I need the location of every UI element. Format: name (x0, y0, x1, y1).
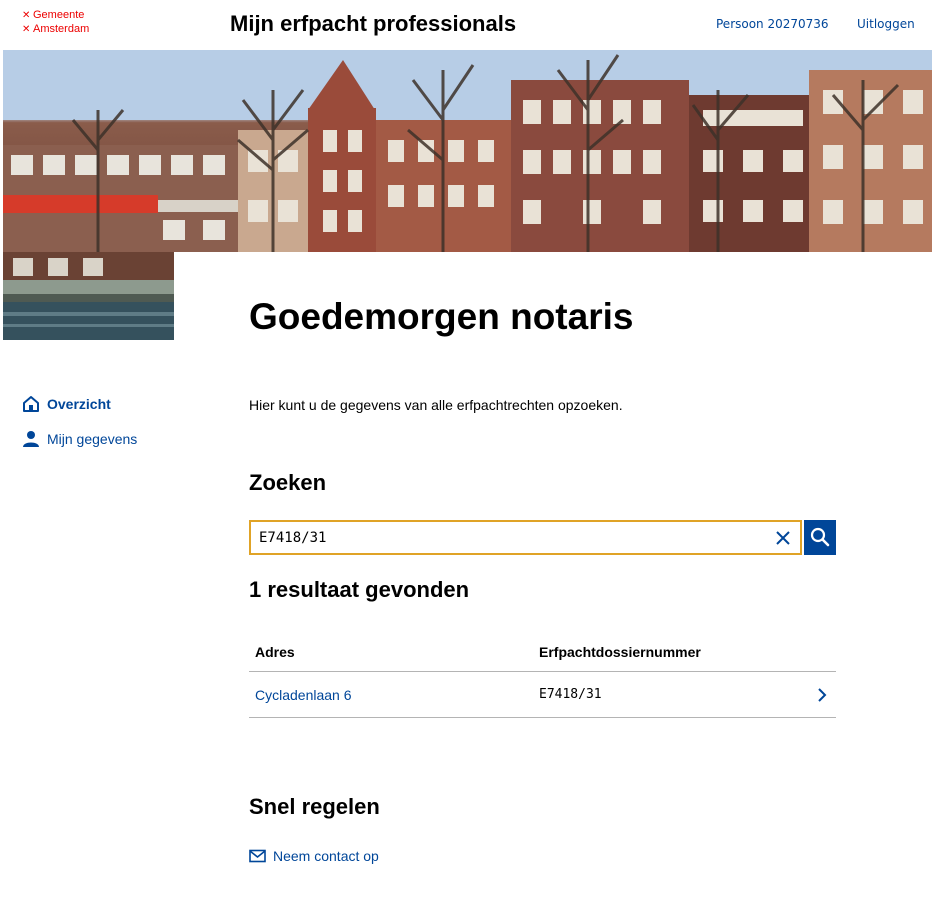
hero-image (3, 50, 932, 252)
results-heading: 1 resultaat gevonden (249, 577, 470, 602)
hero-waterfront (3, 252, 174, 340)
intro-text: Hier kunt u de gegevens van alle erfpach… (249, 397, 623, 413)
column-header-adres: Adres (255, 643, 295, 660)
search-heading: Zoeken (249, 470, 327, 495)
search-field (249, 520, 802, 555)
clear-search-button[interactable] (772, 527, 794, 549)
dossier-number: E7418/31 (539, 687, 602, 702)
app-title: Mijn erfpacht professionals (230, 11, 517, 36)
table-header: Adres Erfpachtdossiernummer (249, 632, 836, 672)
search-icon (810, 527, 830, 547)
table-row[interactable]: Cycladenlaan 6 E7418/31 (249, 672, 836, 718)
chevron-right-icon[interactable] (810, 683, 834, 707)
logo-cross-icon: ✕ (22, 24, 31, 35)
contact-link-label: Neem contact op (273, 848, 379, 864)
quick-actions-heading: Snel regelen (249, 794, 380, 819)
nav-item-label: Mijn gegevens (47, 431, 138, 447)
close-icon (776, 531, 790, 545)
results-table: Adres Erfpachtdossiernummer Cycladenlaan… (249, 632, 836, 718)
page-title: Goedemorgen notaris (249, 296, 634, 337)
search-submit-button[interactable] (804, 520, 836, 555)
nav-item-overzicht[interactable]: Overzicht (22, 393, 222, 415)
logo-line1: Gemeente (33, 9, 85, 21)
column-header-dossiernummer: Erfpachtdossiernummer (539, 643, 701, 660)
mail-icon (249, 849, 266, 863)
search-input[interactable] (259, 527, 759, 549)
nav-item-label: Overzicht (47, 396, 111, 412)
address-link[interactable]: Cycladenlaan 6 (255, 687, 352, 703)
logo-cross-icon: ✕ (22, 10, 31, 21)
contact-link[interactable]: Neem contact op (249, 848, 379, 864)
home-icon (23, 396, 39, 412)
site-header: ✕ Gemeente ✕ Amsterdam Mijn erfpacht pro… (0, 0, 935, 50)
nav-item-mijn-gegevens[interactable]: Mijn gegevens (22, 428, 222, 450)
logo-line2: Amsterdam (33, 23, 90, 35)
hero-image-overflow (3, 252, 174, 340)
logout-link[interactable]: Uitloggen (857, 16, 915, 32)
gemeente-amsterdam-logo[interactable]: ✕ Gemeente ✕ Amsterdam (22, 9, 89, 36)
person-icon (23, 431, 39, 447)
hero-illustration (3, 50, 932, 252)
sidebar-nav: Overzicht Mijn gegevens (22, 393, 222, 463)
user-profile-link[interactable]: Persoon 20270736 (716, 16, 829, 32)
